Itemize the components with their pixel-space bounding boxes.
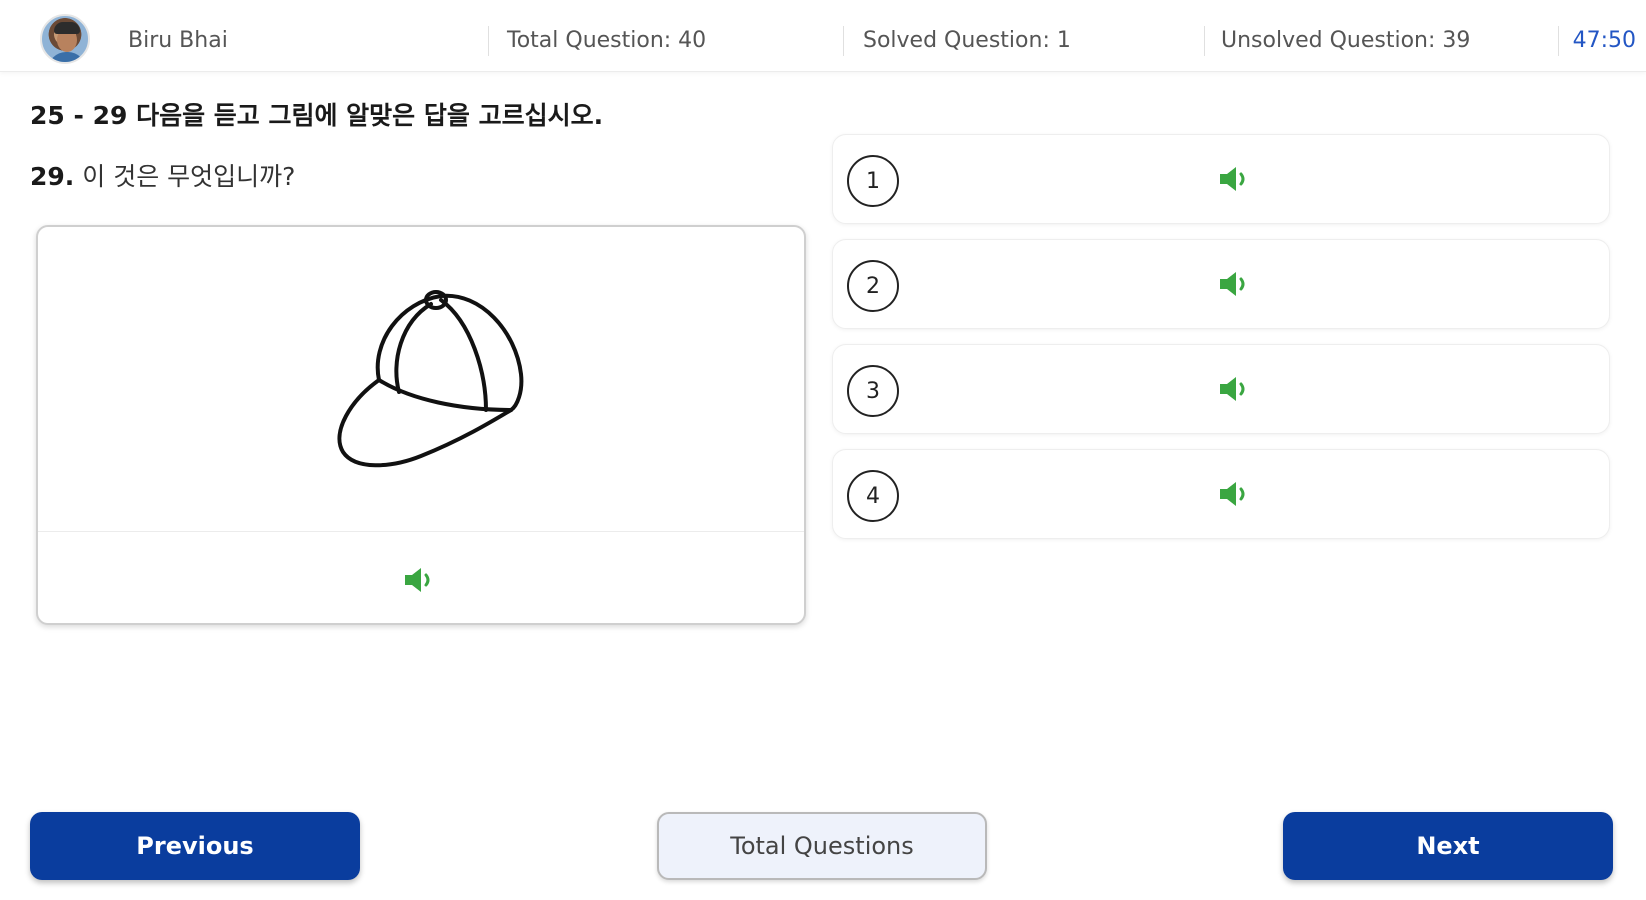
user-name: Biru Bhai	[128, 28, 228, 53]
speaker-icon[interactable]	[403, 565, 437, 595]
answer-option-2[interactable]: 2	[832, 239, 1610, 329]
question-text: 이 것은 무엇입니까?	[82, 162, 296, 191]
countdown-timer: 47:50	[1572, 28, 1636, 53]
divider	[843, 26, 844, 56]
divider	[1204, 26, 1205, 56]
speaker-icon[interactable]	[1218, 269, 1252, 299]
option-number-badge: 2	[847, 260, 899, 312]
divider	[488, 26, 489, 56]
answer-option-4[interactable]: 4	[832, 449, 1610, 539]
previous-button[interactable]: Previous	[30, 812, 360, 880]
option-audio-button[interactable]	[1218, 269, 1252, 303]
option-audio-button[interactable]	[1218, 164, 1252, 198]
question-text-row: 29. 이 것은 무엇입니까?	[30, 157, 295, 193]
option-audio-button[interactable]	[1218, 374, 1252, 408]
speaker-icon[interactable]	[1218, 479, 1252, 509]
question-instruction: 25 - 29 다음을 듣고 그림에 알맞은 답을 고르십시오.	[30, 101, 604, 130]
play-audio-button[interactable]	[403, 565, 437, 599]
divider	[1558, 26, 1559, 56]
baseball-cap-drawing	[337, 290, 524, 468]
total-question-count: Total Question: 40	[507, 28, 707, 53]
question-number: 29.	[30, 162, 75, 191]
avatar	[40, 14, 90, 64]
unsolved-question-count: Unsolved Question: 39	[1221, 28, 1471, 53]
option-audio-button[interactable]	[1218, 479, 1252, 513]
answer-option-3[interactable]: 3	[832, 344, 1610, 434]
next-button[interactable]: Next	[1283, 812, 1613, 880]
question-image-area	[38, 227, 804, 532]
option-number-badge: 3	[847, 365, 899, 417]
question-image-card	[36, 225, 806, 625]
speaker-icon[interactable]	[1218, 374, 1252, 404]
option-number-badge: 1	[847, 155, 899, 207]
speaker-icon[interactable]	[1218, 164, 1252, 194]
top-bar: Biru Bhai Total Question: 40 Solved Ques…	[0, 0, 1646, 72]
option-number-badge: 4	[847, 470, 899, 522]
total-questions-button[interactable]: Total Questions	[657, 812, 987, 880]
answer-option-1[interactable]: 1	[832, 134, 1610, 224]
solved-question-count: Solved Question: 1	[863, 28, 1071, 53]
